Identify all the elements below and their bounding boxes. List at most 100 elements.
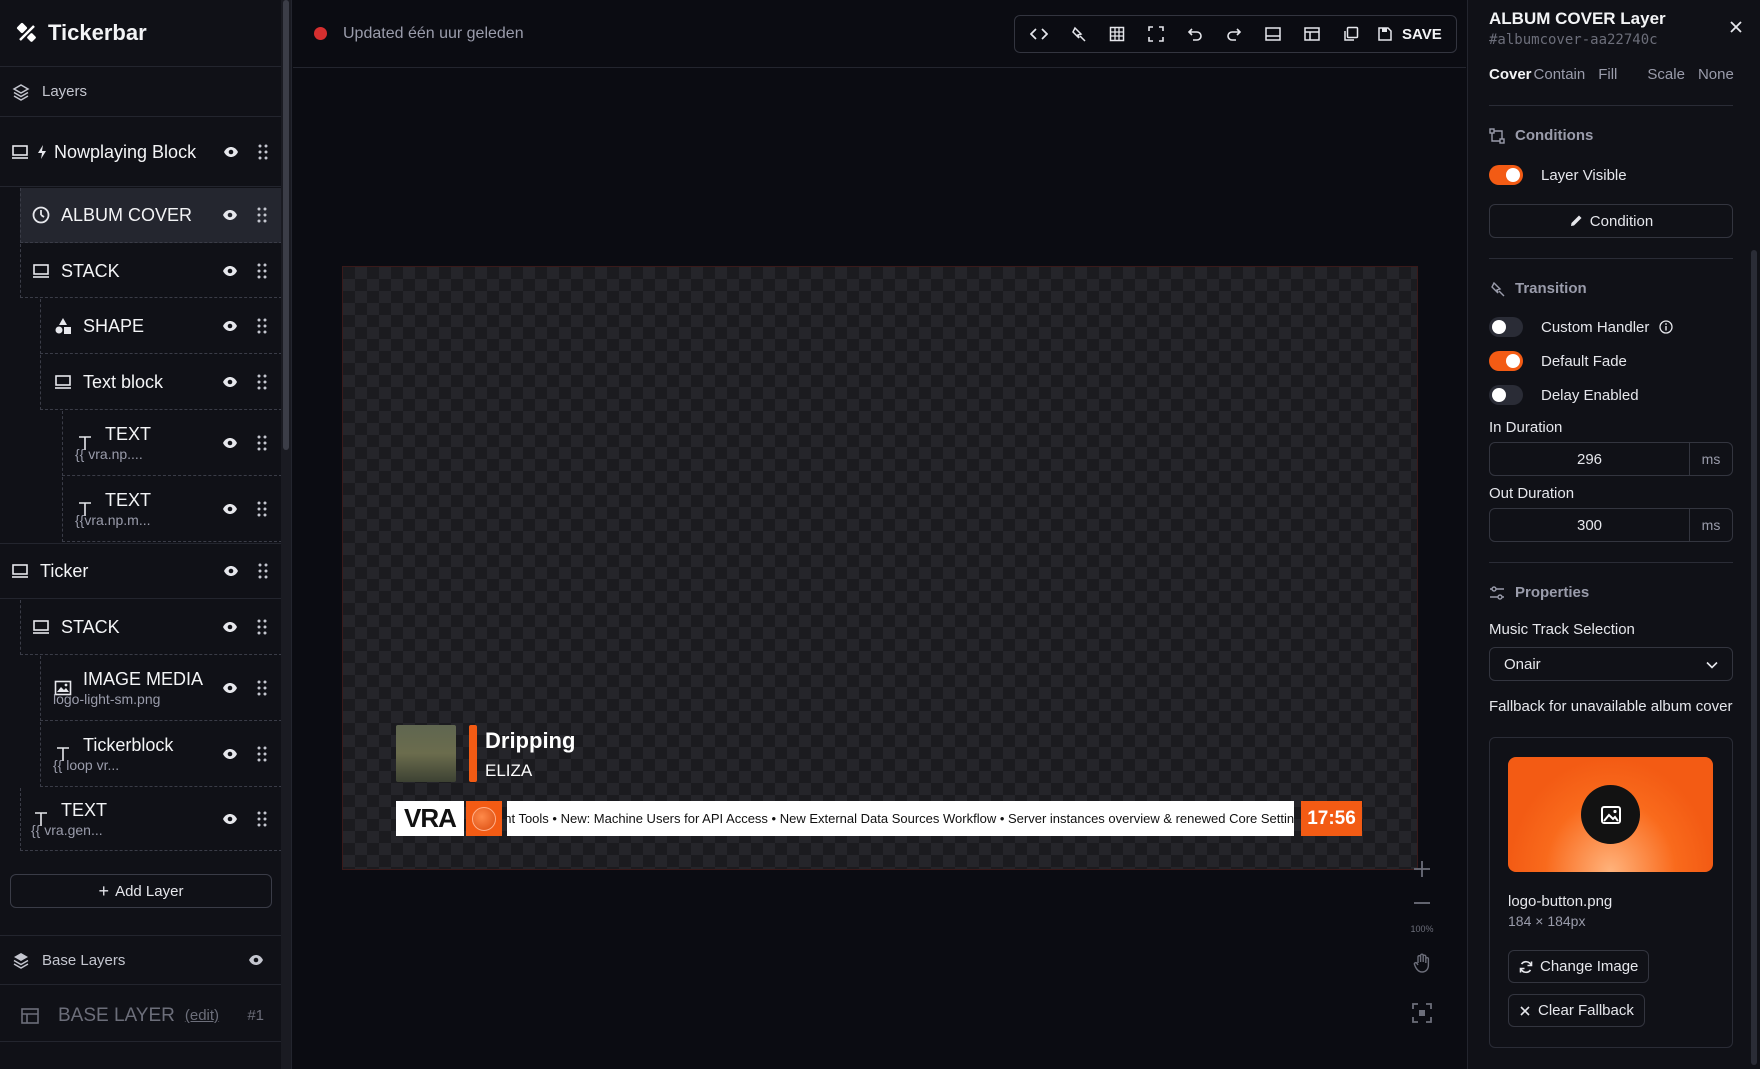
music-track-label: Music Track Selection xyxy=(1489,621,1635,638)
magic-wand-icon[interactable] xyxy=(1064,20,1092,48)
eye-icon[interactable] xyxy=(221,618,239,636)
out-duration-value[interactable]: 300 xyxy=(1490,509,1690,541)
eye-icon[interactable] xyxy=(221,810,239,828)
custom-handler-toggle[interactable] xyxy=(1489,317,1523,337)
layer-nowplaying-block[interactable]: Nowplaying Block xyxy=(0,118,282,187)
layer-text[interactable]: TEXT {{ vra.gen... xyxy=(20,788,282,851)
redo-icon[interactable] xyxy=(1220,20,1248,48)
sidebar-scrollbar[interactable] xyxy=(281,0,291,1069)
nowplaying-title: Dripping xyxy=(485,728,576,753)
drag-handle-icon[interactable] xyxy=(254,562,272,580)
change-image-button[interactable]: Change Image xyxy=(1508,950,1650,983)
eye-icon[interactable] xyxy=(221,745,239,763)
conditions-heading: Conditions xyxy=(1489,127,1593,144)
eye-icon[interactable] xyxy=(221,500,239,518)
hand-pan-icon[interactable] xyxy=(1405,946,1439,980)
fallback-label: Fallback for unavailable album cover xyxy=(1489,698,1733,715)
sliders-icon xyxy=(1490,585,1504,600)
default-fade-toggle[interactable] xyxy=(1489,351,1523,371)
fullscreen-icon[interactable] xyxy=(1142,20,1170,48)
layer-text-block[interactable]: Text block xyxy=(40,355,282,410)
clear-fallback-button[interactable]: Clear Fallback xyxy=(1508,994,1645,1027)
save-button[interactable]: SAVE xyxy=(1378,26,1442,43)
zoom-controls: 100% xyxy=(1405,852,1439,1030)
layer-title: TEXT xyxy=(105,490,152,510)
ticker-button-logo xyxy=(466,801,502,836)
drag-handle-icon[interactable] xyxy=(253,500,271,518)
layout-icon[interactable] xyxy=(1298,20,1326,48)
in-duration-field[interactable]: 296 ms xyxy=(1489,442,1733,476)
change-image-label: Change Image xyxy=(1540,958,1639,975)
layers-icon xyxy=(13,953,29,969)
fallback-image-card: logo-button.png 184 × 184px Change Image… xyxy=(1489,737,1733,1048)
grid-icon[interactable] xyxy=(1103,20,1131,48)
tickerbar-logo-icon xyxy=(16,22,36,42)
drag-handle-icon[interactable] xyxy=(253,434,271,452)
panel-scrollbar[interactable] xyxy=(1751,250,1757,1065)
eye-icon[interactable] xyxy=(221,206,239,224)
layer-subtitle: logo-light-sm.png xyxy=(53,691,161,707)
pencil-icon xyxy=(1570,215,1582,226)
layer-tickerblock[interactable]: Tickerblock {{ loop vr... xyxy=(40,722,282,787)
clear-fallback-label: Clear Fallback xyxy=(1538,1002,1634,1019)
eye-icon[interactable] xyxy=(221,679,239,697)
layer-image-media[interactable]: IMAGE MEDIA logo-light-sm.png xyxy=(40,656,282,721)
bottom-panel-icon[interactable] xyxy=(1259,20,1287,48)
layer-shape[interactable]: SHAPE xyxy=(40,299,282,354)
undo-icon[interactable] xyxy=(1181,20,1209,48)
brand[interactable]: Tickerbar xyxy=(0,0,282,67)
code-icon[interactable] xyxy=(1025,20,1053,48)
tab-scale[interactable]: Scale xyxy=(1647,66,1685,83)
eye-icon[interactable] xyxy=(221,373,239,391)
eye-icon[interactable] xyxy=(221,317,239,335)
in-duration-value[interactable]: 296 xyxy=(1490,443,1690,475)
add-layer-button[interactable]: + Add Layer xyxy=(10,874,272,908)
info-icon[interactable] xyxy=(1659,320,1674,334)
drag-handle-icon[interactable] xyxy=(253,745,271,763)
accent-bar xyxy=(469,725,477,782)
layer-text[interactable]: TEXT {{vra.np.m... xyxy=(62,477,282,542)
tab-contain[interactable]: Contain xyxy=(1534,66,1586,83)
layer-stack[interactable]: STACK xyxy=(20,244,282,298)
tab-cover[interactable]: Cover xyxy=(1489,66,1532,83)
object-fit-tabs: Cover Contain Fill Scale None xyxy=(1489,66,1747,83)
tab-fill[interactable]: Fill xyxy=(1598,66,1617,83)
drag-handle-icon[interactable] xyxy=(253,810,271,828)
fallback-image-preview[interactable] xyxy=(1508,757,1713,872)
refresh-icon xyxy=(1519,960,1533,973)
drag-handle-icon[interactable] xyxy=(253,373,271,391)
tab-none[interactable]: None xyxy=(1698,66,1734,83)
drag-handle-icon[interactable] xyxy=(253,618,271,636)
drag-handle-icon[interactable] xyxy=(253,206,271,224)
eye-icon[interactable] xyxy=(221,434,239,452)
layer-text[interactable]: TEXT {{ vra.np.... xyxy=(62,411,282,476)
layer-album-cover[interactable]: ALBUM COVER xyxy=(20,188,282,243)
drag-handle-icon[interactable] xyxy=(253,317,271,335)
delay-enabled-toggle[interactable] xyxy=(1489,385,1523,405)
zoom-in-icon[interactable] xyxy=(1405,852,1439,886)
layer-title: Ticker xyxy=(40,561,89,581)
eye-icon[interactable] xyxy=(222,562,240,580)
base-layer-edit-link[interactable]: (edit) xyxy=(185,1007,219,1024)
eye-icon[interactable] xyxy=(248,954,264,966)
album-cover-preview[interactable] xyxy=(396,725,456,782)
layer-ticker[interactable]: Ticker xyxy=(0,543,282,599)
drag-handle-icon[interactable] xyxy=(254,143,272,161)
layer-stack[interactable]: STACK xyxy=(20,600,282,655)
duplicate-icon[interactable] xyxy=(1337,20,1365,48)
drag-handle-icon[interactable] xyxy=(253,679,271,697)
zoom-out-icon[interactable] xyxy=(1405,886,1439,920)
close-icon[interactable] xyxy=(1726,17,1746,37)
eye-icon[interactable] xyxy=(221,262,239,280)
out-duration-field[interactable]: 300 ms xyxy=(1489,508,1733,542)
eye-icon[interactable] xyxy=(222,143,240,161)
condition-button[interactable]: Condition xyxy=(1489,204,1733,238)
base-layer-item[interactable]: BASE LAYER (edit) #1 xyxy=(0,990,282,1042)
plus-icon: + xyxy=(98,880,110,901)
layer-visible-toggle[interactable] xyxy=(1489,165,1523,185)
music-track-select[interactable]: Onair xyxy=(1489,647,1733,681)
preview-canvas[interactable]: Dripping ELIZA VRA ent Tools • New: Mach… xyxy=(342,266,1418,870)
fit-to-screen-icon[interactable] xyxy=(1405,996,1439,1030)
drag-handle-icon[interactable] xyxy=(253,262,271,280)
custom-handler-row: Custom Handler xyxy=(1489,317,1674,337)
